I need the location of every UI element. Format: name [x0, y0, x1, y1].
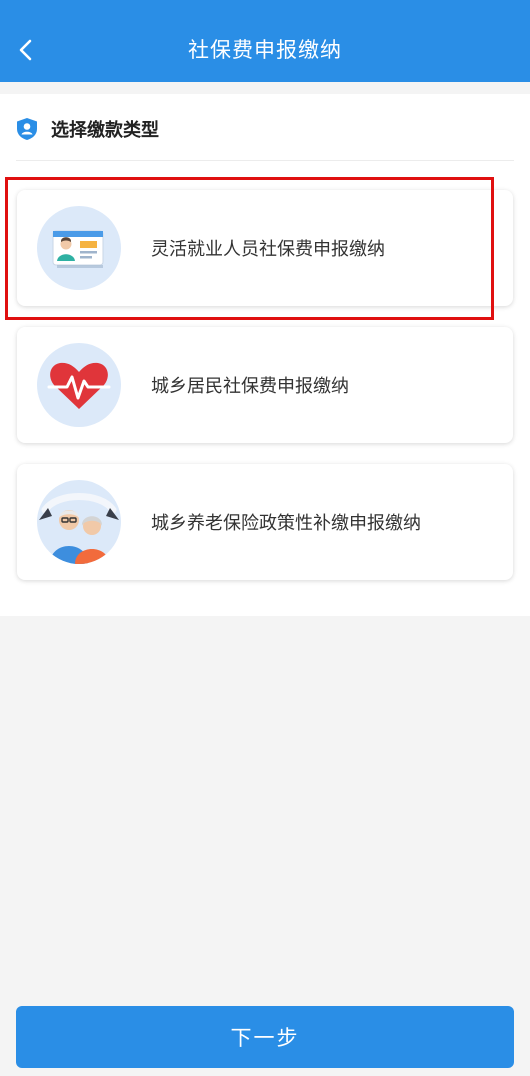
option-panel: 选择缴款类型 灵活就业人员社保费申报缴纳 城乡居民社保费申报缴纳 城乡养老保险政…: [0, 94, 530, 616]
section-title: 选择缴款类型: [51, 120, 159, 141]
divider: [16, 160, 514, 161]
option-card-urban-rural-residents[interactable]: 城乡居民社保费申报缴纳: [17, 327, 513, 443]
id-card-icon: [37, 206, 121, 290]
option-label: 城乡居民社保费申报缴纳: [151, 376, 349, 397]
option-card-elderly-pension-supplement[interactable]: 城乡养老保险政策性补缴申报缴纳: [17, 464, 513, 580]
option-label: 灵活就业人员社保费申报缴纳: [151, 239, 385, 260]
app-header: 社保费申报缴纳: [0, 0, 530, 82]
option-card-flexible-employment[interactable]: 灵活就业人员社保费申报缴纳: [17, 190, 513, 306]
option-label: 城乡养老保险政策性补缴申报缴纳: [151, 513, 421, 534]
elderly-couple-icon: [37, 480, 121, 564]
shield-user-icon: [17, 118, 37, 140]
heartbeat-icon: [37, 343, 121, 427]
next-button[interactable]: 下一步: [16, 1006, 514, 1068]
page-title: 社保费申报缴纳: [188, 38, 342, 62]
section-header: 选择缴款类型: [16, 116, 159, 142]
